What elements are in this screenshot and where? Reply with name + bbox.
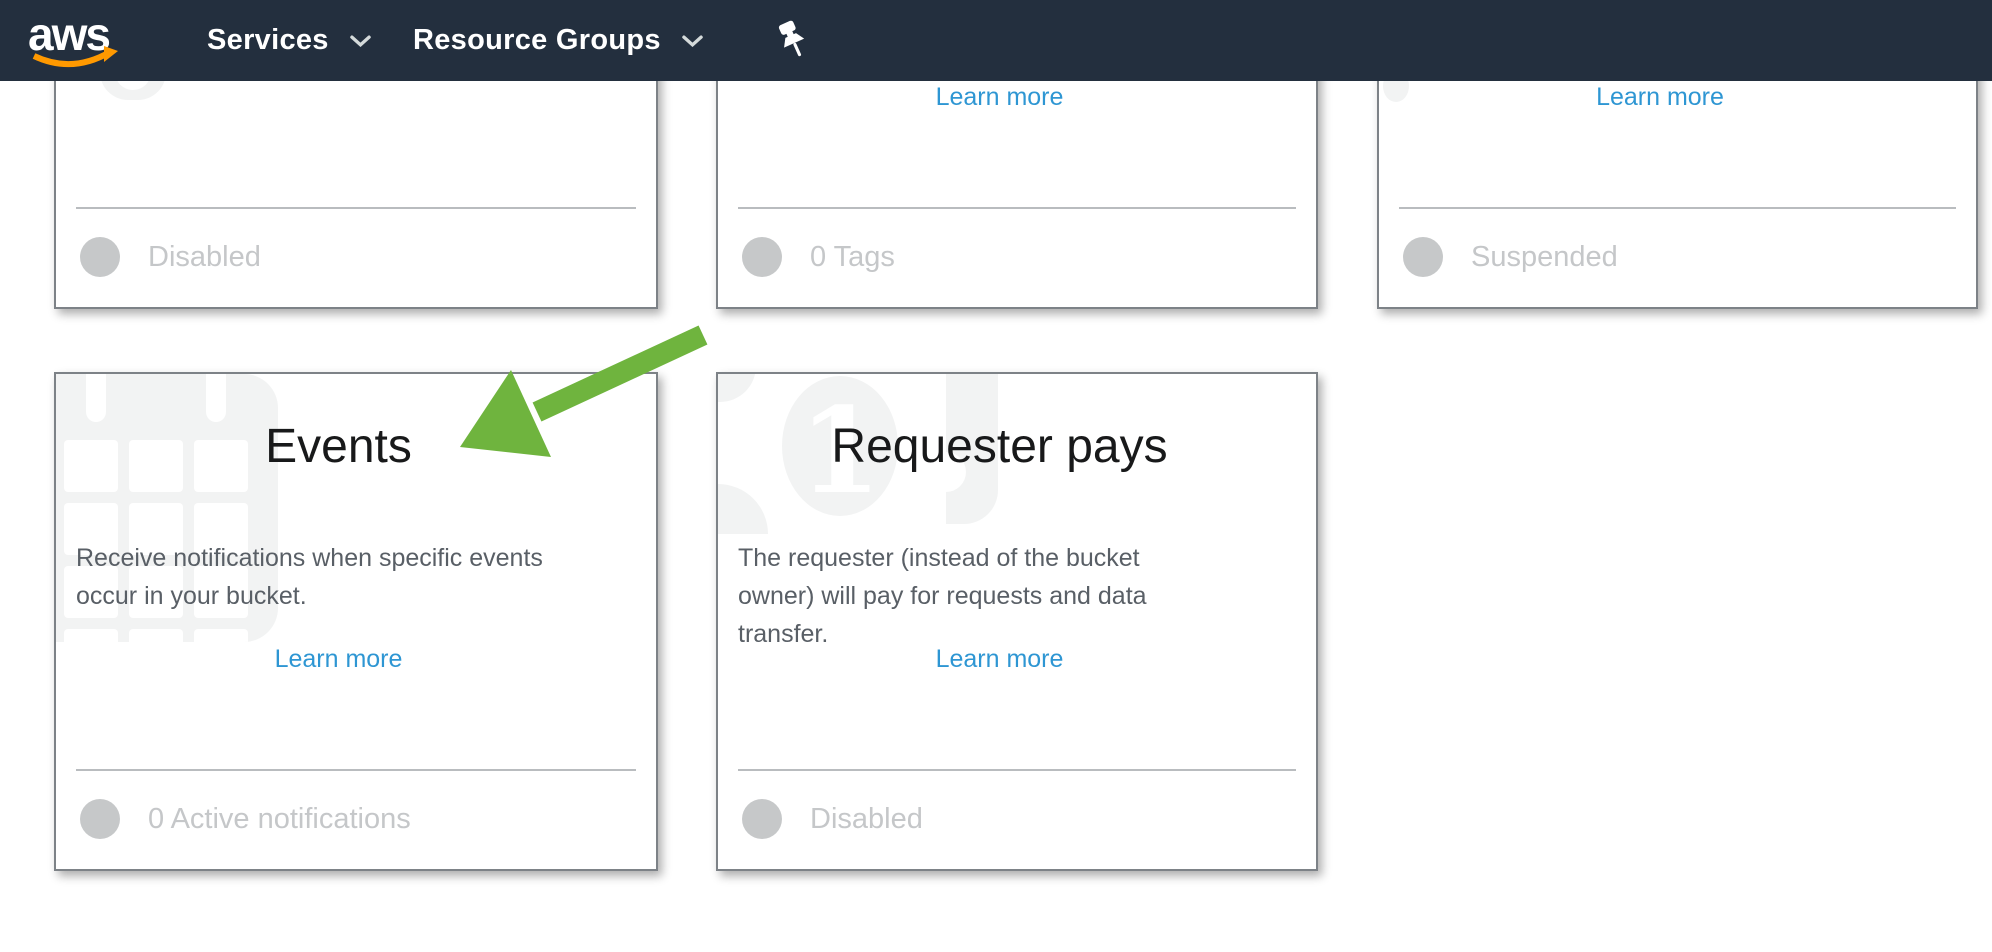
status-row: Suspended [1403,235,1618,279]
learn-more-link[interactable]: Learn more [738,82,1261,112]
card-divider [76,207,636,209]
pushpin-icon[interactable] [770,18,814,64]
nav-item-services[interactable]: Services [207,0,371,81]
card-divider [1399,207,1956,209]
nav-services-label: Services [207,24,329,57]
aws-logo-text: aws [28,10,109,60]
card-title: Requester pays [738,419,1261,475]
card-divider [76,769,636,771]
status-label: Suspended [1471,241,1618,274]
nav-item-resource-groups[interactable]: Resource Groups [413,0,703,81]
status-label: Disabled [148,241,261,274]
card-events[interactable]: Events Receive notifications when specif… [54,372,658,871]
status-label: Disabled [810,803,923,836]
status-row: 0 Tags [742,235,895,279]
top-navbar: aws Services Resource Groups [0,0,1992,81]
chevron-down-icon [682,35,703,47]
status-row: Disabled [742,797,923,841]
chevron-down-icon [350,35,371,47]
card-divider [738,769,1296,771]
status-dot [80,799,120,839]
status-row: 0 Active notifications [80,797,411,841]
status-dot [742,237,782,277]
aws-s3-properties-page: { "navbar": { "logo": "aws", "items": [ … [0,0,1992,952]
card-description: The requester (instead of the bucket own… [738,539,1261,653]
aws-logo[interactable]: aws [24,10,124,72]
card-description: Receive notifications when specific even… [76,539,601,615]
status-dot [80,237,120,277]
learn-more-link[interactable]: Learn more [1399,82,1921,112]
status-dot [1403,237,1443,277]
status-label: 0 Active notifications [148,803,411,836]
status-label: 0 Tags [810,241,895,274]
status-row: Disabled [80,235,261,279]
status-dot [742,799,782,839]
nav-resource-groups-label: Resource Groups [413,24,661,57]
learn-more-link[interactable]: Learn more [738,644,1261,674]
card-title: Events [76,419,601,475]
learn-more-link[interactable]: Learn more [76,644,601,674]
card-requester-pays[interactable]: 1 Requester pays The requester (instead … [716,372,1318,871]
card-divider [738,207,1296,209]
